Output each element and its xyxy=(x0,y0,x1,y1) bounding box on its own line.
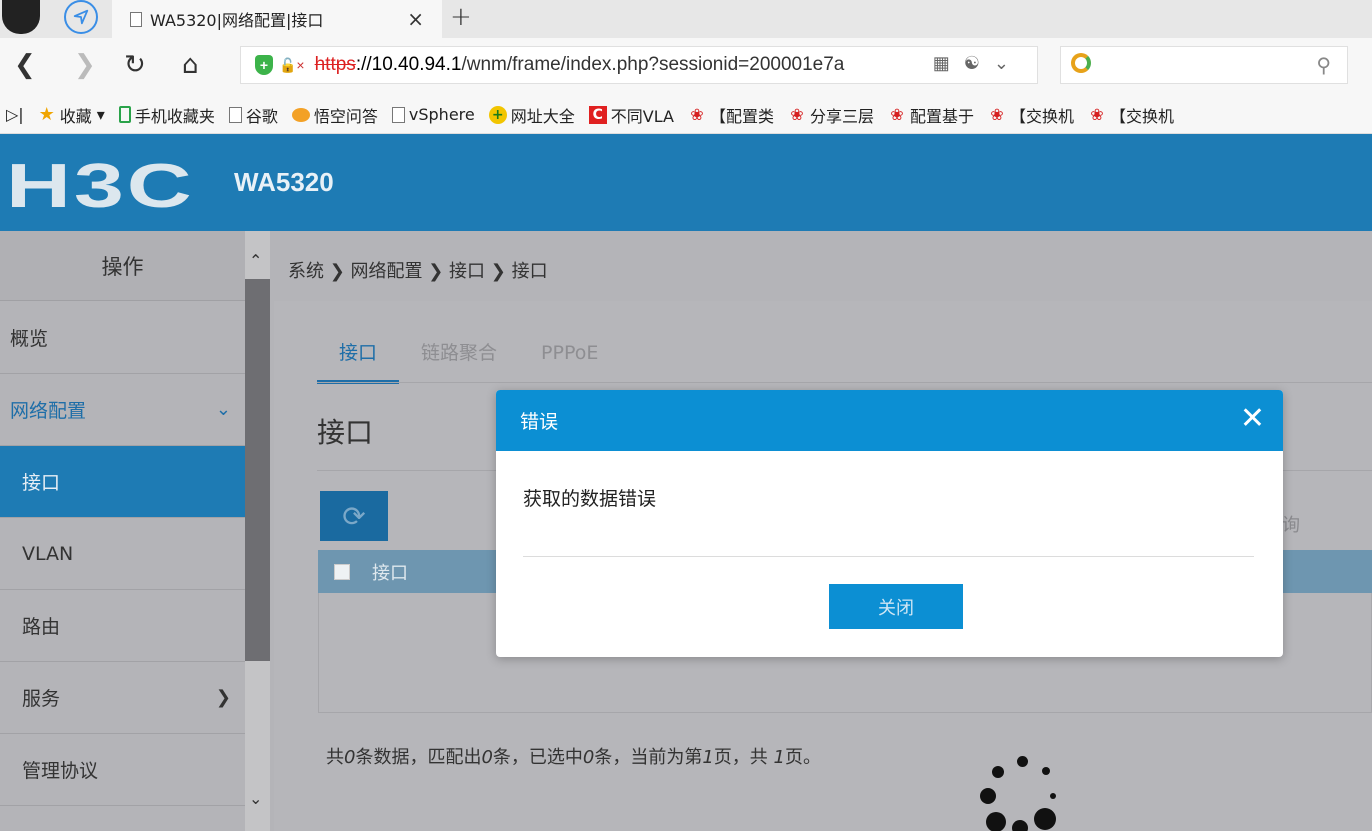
address-bar[interactable]: + 🔓× https ://10.40.94.1 /wnm/frame/inde… xyxy=(240,46,1038,84)
back-icon[interactable]: ❮ xyxy=(14,50,36,80)
star-icon: ★ xyxy=(38,104,55,125)
bookmark-item[interactable]: 谷歌 xyxy=(228,103,278,127)
bookmark-item[interactable]: ★ 收藏 ▾ xyxy=(38,103,105,127)
user-avatar[interactable] xyxy=(2,0,40,34)
chevron-right-icon: ❯ xyxy=(215,687,231,708)
query-button[interactable]: 询 xyxy=(1282,511,1300,537)
sidebar-item-management-protocol[interactable]: 管理协议 xyxy=(0,734,245,806)
refresh-icon: ⟳ xyxy=(342,499,366,533)
home-icon[interactable]: ⌂ xyxy=(182,50,199,80)
huawei-icon: ❀ xyxy=(1090,105,1104,124)
breadcrumb: 系统 ❯ 网络配置 ❯ 接口 ❯ 接口 xyxy=(288,261,548,282)
search-icon[interactable]: ⚲ xyxy=(1316,53,1331,77)
column-header-interface: 接口 xyxy=(372,562,408,584)
sidebar-item-network-config[interactable]: 网络配置 ⌄ xyxy=(0,374,245,446)
sidebar-item-label: 概览 xyxy=(10,328,49,350)
sidebar-item-label: 接口 xyxy=(22,472,61,494)
huawei-icon: ❀ xyxy=(890,105,904,124)
sidebar-item-label: VLAN xyxy=(22,542,74,565)
url-path: /wnm/frame/index.php?sessionid=200001e7a xyxy=(461,54,845,75)
bookmark-item[interactable]: ❀ 配置基于 xyxy=(888,103,974,127)
chevron-down-icon: ⌄ xyxy=(215,399,231,420)
bookmark-item[interactable]: + 网址大全 xyxy=(488,103,575,127)
sidebar-item-label: 路由 xyxy=(22,616,61,638)
sidebar-item-services[interactable]: 服务 ❯ xyxy=(0,662,245,734)
tab-bar: 接口 链路聚合 PPPoE xyxy=(317,331,620,384)
sidebar-scrollbar[interactable]: ⌃ ⌄ xyxy=(245,231,270,831)
page-icon xyxy=(130,11,142,27)
huawei-icon: ❀ xyxy=(990,105,1004,124)
loading-spinner-icon xyxy=(976,756,1066,831)
scroll-up-icon[interactable]: ⌃ xyxy=(249,251,262,270)
address-actions-icons[interactable]: ▦☯⌄ xyxy=(933,53,1023,74)
sidebar-item-label: 网络配置 xyxy=(10,400,87,422)
close-button[interactable]: 关闭 xyxy=(829,584,963,629)
doc-icon xyxy=(391,106,405,123)
huawei-icon: ❀ xyxy=(790,105,804,124)
new-tab-button[interactable]: + xyxy=(450,2,472,32)
scrollbar-thumb[interactable] xyxy=(245,279,270,661)
bookmark-item[interactable]: ❀ 【交换机 xyxy=(1088,103,1174,127)
insecure-lock-icon[interactable]: 🔓× xyxy=(279,57,305,74)
close-tab-icon[interactable]: × xyxy=(407,7,424,31)
dialog-title: 错误 xyxy=(520,411,559,433)
dialog-header: 错误 ✕ xyxy=(496,390,1283,451)
tab-link-aggregation[interactable]: 链路聚合 xyxy=(399,331,519,384)
dialog-divider xyxy=(523,556,1254,557)
sidebar-item-interface[interactable]: 接口 xyxy=(0,446,245,518)
tab-pppoe[interactable]: PPPoE xyxy=(519,331,620,384)
sidebar-item-label: 服务 xyxy=(22,688,61,710)
reload-icon[interactable]: ↻ xyxy=(124,50,146,80)
sidebar-item-overview[interactable]: 概览 xyxy=(0,302,245,374)
page-title: 接口 xyxy=(317,416,374,449)
forward-icon[interactable]: ❯ xyxy=(74,50,96,80)
tab-interface[interactable]: 接口 xyxy=(317,331,400,384)
bookmarks-toggle-icon[interactable]: ▷| xyxy=(6,105,24,124)
search-engine-icon[interactable] xyxy=(1071,53,1091,73)
h3c-logo: H3C xyxy=(6,152,195,221)
green-plus-icon: + xyxy=(488,105,507,124)
bookmark-item[interactable]: ❀ 【配置类 xyxy=(688,103,774,127)
huawei-icon: ❀ xyxy=(690,105,704,124)
scroll-down-icon[interactable]: ⌄ xyxy=(249,789,262,808)
phone-icon xyxy=(118,106,131,123)
sidebar-item-routing[interactable]: 路由 xyxy=(0,590,245,662)
sidebar-title: 操作 xyxy=(0,231,245,301)
browser-tab-active[interactable]: WA5320|网络配置|接口 × xyxy=(112,0,442,38)
owl-icon xyxy=(291,107,310,122)
shield-icon: + xyxy=(255,55,273,75)
select-all-checkbox[interactable] xyxy=(334,563,350,580)
bookmark-item[interactable]: vSphere xyxy=(391,105,475,124)
browser-tab-strip: WA5320|网络配置|接口 × + xyxy=(0,0,1372,38)
sidebar-item-label: 管理协议 xyxy=(22,760,99,782)
browser-toolbar: ❮ ❯ ↻ ⌂ + 🔓× https ://10.40.94.1 /wnm/fr… xyxy=(0,38,1372,96)
error-message: 获取的数据错误 xyxy=(523,488,657,510)
close-icon[interactable]: ✕ xyxy=(1240,402,1265,436)
bookmark-item[interactable]: ❀ 【交换机 xyxy=(988,103,1074,127)
bookmark-item[interactable]: 手机收藏夹 xyxy=(118,103,215,127)
error-dialog: 错误 ✕ 获取的数据错误 关闭 xyxy=(496,390,1283,657)
sidebar: 操作 概览 网络配置 ⌄ 接口 VLAN 路由 服务 ❯ 管理协议 ⌃ ⌄ xyxy=(0,231,270,831)
bookmark-item[interactable]: ❀ 分享三层 xyxy=(788,103,874,127)
url-host: ://10.40.94.1 xyxy=(355,54,462,75)
red-c-icon: C xyxy=(588,105,607,124)
refresh-button[interactable]: ⟳ xyxy=(320,491,388,541)
tabs-divider xyxy=(317,382,1372,383)
sidebar-item-vlan[interactable]: VLAN xyxy=(0,518,245,590)
search-input[interactable]: ⚲ xyxy=(1060,46,1348,84)
app-header: H3C WA5320 xyxy=(0,134,1372,231)
url-scheme: https xyxy=(314,54,356,75)
bookmark-item[interactable]: 悟空问答 xyxy=(291,103,378,127)
bookmark-item[interactable]: C 不同VLA xyxy=(588,103,674,127)
navigation-arrow-icon[interactable] xyxy=(64,0,98,34)
tab-title: WA5320|网络配置|接口 xyxy=(150,11,324,30)
bookmarks-bar: ▷| ★ 收藏 ▾ 手机收藏夹 谷歌 悟空问答 vSphere + 网址大全 C 不同… xyxy=(0,96,1372,134)
device-model: WA5320 xyxy=(234,167,334,197)
doc-icon xyxy=(228,106,242,123)
table-summary: 共0条数据，匹配出0条，已选中0条，当前为第1页，共 1页。 xyxy=(326,747,821,768)
